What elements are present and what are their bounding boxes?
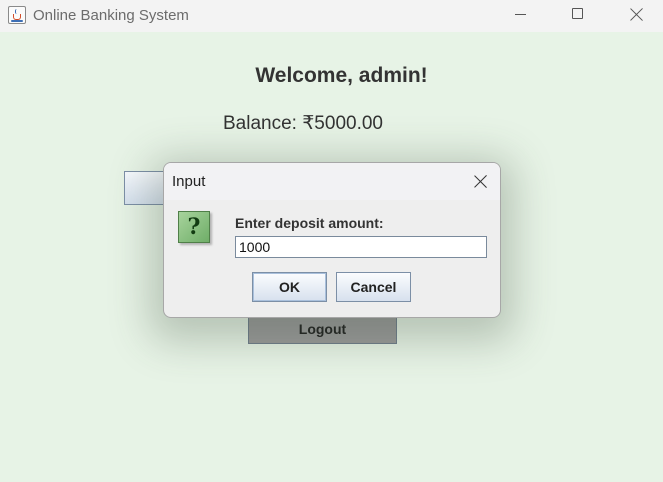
maximize-button[interactable] [549,0,607,32]
deposit-prompt: Enter deposit amount: [235,215,384,231]
close-window-button[interactable] [607,0,663,32]
dialog-titlebar: Input [164,163,500,200]
window-titlebar: Online Banking System [0,0,663,32]
minimize-button[interactable] [491,0,549,32]
maximize-icon [572,8,583,19]
minimize-icon [515,14,526,15]
java-app-icon [8,6,26,24]
dialog-title: Input [172,173,206,190]
dialog-close-button[interactable] [464,167,496,195]
welcome-heading: Welcome, admin! [255,64,428,87]
cancel-button[interactable]: Cancel [336,272,411,302]
question-icon: ? [178,211,210,243]
window-title: Online Banking System [33,7,189,24]
close-icon [630,8,643,21]
deposit-amount-input[interactable] [235,236,487,258]
balance-label: Balance: ₹5000.00 [223,113,383,134]
ok-button[interactable]: OK [252,272,327,302]
input-dialog: Input ? Enter deposit amount: OK Cancel [163,162,501,318]
